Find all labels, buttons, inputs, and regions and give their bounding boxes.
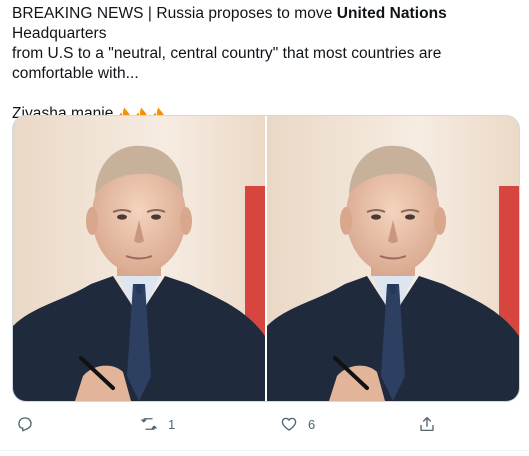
share-icon: [420, 416, 434, 432]
retweet-count: 1: [168, 416, 176, 432]
tweet-text: BREAKING NEWS | Russia proposes to move …: [12, 4, 522, 126]
tweet-line-3: comfortable with...: [12, 65, 139, 82]
media-grid: [12, 115, 520, 402]
heart-icon: [281, 417, 297, 431]
media-image-right[interactable]: [265, 116, 519, 401]
like-count: 6: [308, 416, 316, 432]
divider: [0, 450, 529, 451]
tweet-bold-mention: United Nations: [336, 5, 447, 22]
tweet-line-2: from U.S to a "neutral, central country"…: [12, 45, 442, 62]
retweet-icon: [141, 418, 157, 430]
tweet-line-1-start: BREAKING NEWS | Russia proposes to move: [12, 5, 337, 22]
action-bar: 1 6: [0, 410, 529, 438]
retweet-button[interactable]: 1: [140, 410, 175, 438]
tweet-line-1-end: Headquarters: [12, 25, 107, 42]
reply-icon: [18, 417, 32, 432]
share-button[interactable]: [418, 410, 446, 438]
like-button[interactable]: 6: [280, 410, 315, 438]
media-image-left[interactable]: [13, 116, 265, 401]
portrait-photo: [13, 116, 265, 401]
tweet-line-1: BREAKING NEWS | Russia proposes to move …: [12, 4, 522, 44]
reply-button[interactable]: [16, 410, 44, 438]
portrait-photo: [267, 116, 519, 401]
